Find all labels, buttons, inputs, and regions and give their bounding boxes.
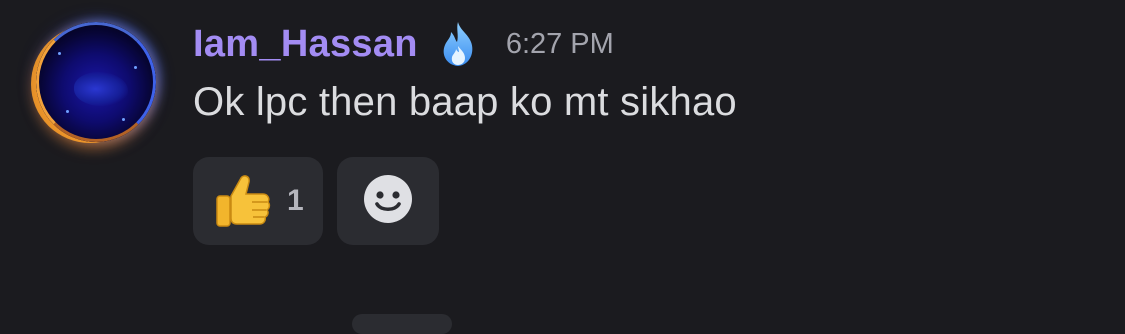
smiley-icon bbox=[362, 173, 414, 229]
message-header: Iam_Hassan 6:27 PM bbox=[193, 18, 614, 70]
fire-icon bbox=[438, 20, 478, 68]
reactions-bar: 1 bbox=[193, 157, 439, 245]
next-message-edge bbox=[352, 314, 452, 334]
author-username[interactable]: Iam_Hassan bbox=[193, 23, 418, 66]
reaction-count: 1 bbox=[287, 184, 304, 217]
avatar-spark bbox=[58, 52, 61, 55]
message-content: Ok lpc then baap ko mt sikhao bbox=[193, 80, 737, 124]
add-reaction-button[interactable] bbox=[337, 157, 439, 245]
avatar-spark bbox=[134, 66, 137, 69]
user-avatar[interactable] bbox=[36, 22, 156, 142]
chat-message: Iam_Hassan 6:27 PM Ok lpc then baap ko m… bbox=[0, 0, 1125, 334]
avatar-spark bbox=[122, 118, 125, 121]
message-timestamp: 6:27 PM bbox=[505, 27, 614, 60]
avatar-spark bbox=[66, 110, 69, 113]
thumbs-up-emoji bbox=[211, 170, 273, 232]
reaction-thumbs-up[interactable]: 1 bbox=[193, 157, 323, 245]
avatar-figure bbox=[74, 72, 128, 106]
